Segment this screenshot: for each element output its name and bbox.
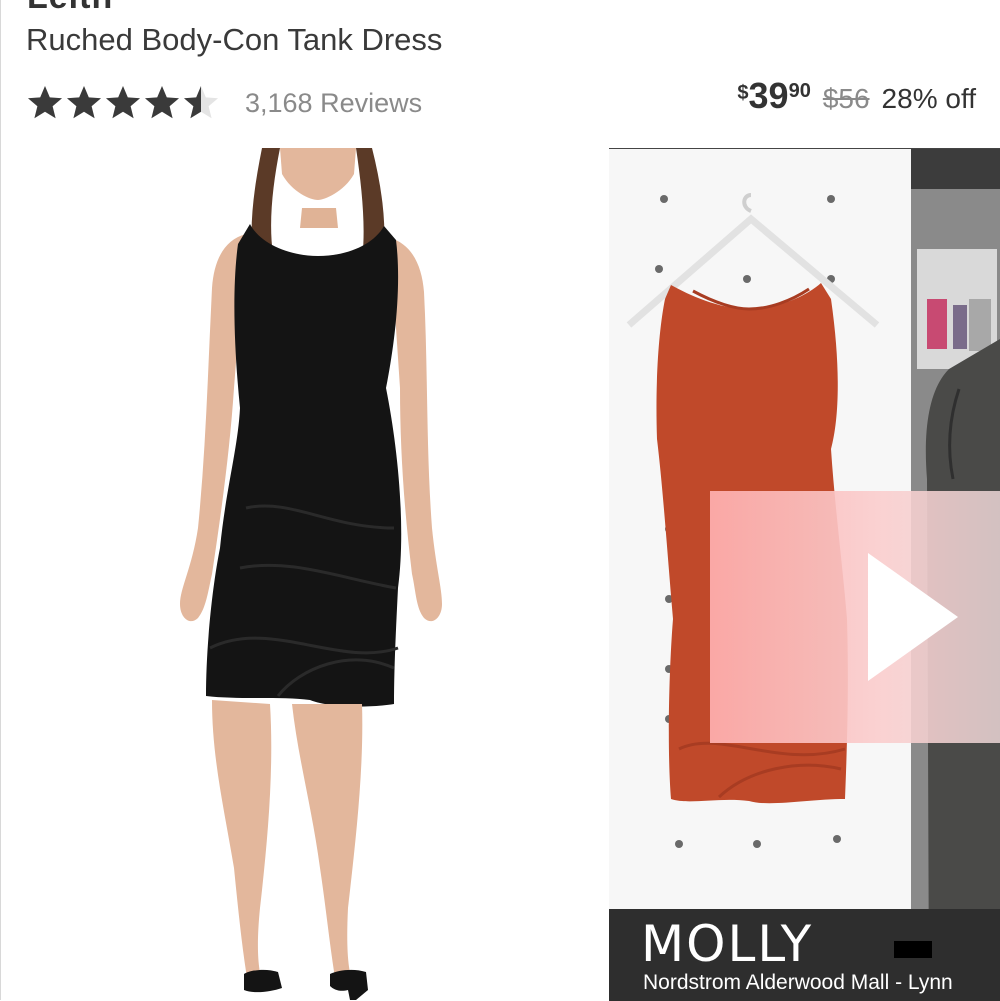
brand-name[interactable]: Leith	[27, 0, 113, 17]
caption-name: MOLLY	[641, 915, 814, 973]
rating-summary[interactable]: 3,168 Reviews	[26, 82, 422, 124]
play-icon	[868, 553, 958, 681]
star-icon	[106, 86, 140, 119]
product-main-image[interactable]	[150, 148, 480, 1000]
star-rating	[26, 84, 221, 122]
price-block: $ 39 90 $56 28% off	[737, 76, 976, 116]
play-button[interactable]	[710, 491, 1000, 743]
star-icon	[67, 86, 101, 119]
redaction-block	[894, 941, 932, 958]
discount-percent: 28% off	[881, 83, 976, 114]
star-icon	[184, 86, 218, 119]
video-caption: MOLLY Nordstrom Alderwood Mall - Lynn	[609, 909, 1000, 1001]
original-price: $56	[822, 83, 870, 114]
page-left-border	[0, 0, 1, 1000]
product-title: Ruched Body-Con Tank Dress	[26, 22, 443, 57]
price-dollars: 39	[748, 75, 789, 116]
star-icon	[28, 86, 62, 119]
price-currency: $	[737, 82, 749, 104]
product-video[interactable]: MOLLY Nordstrom Alderwood Mall - Lynn	[609, 148, 1000, 1001]
star-icon	[145, 86, 179, 119]
model-photo	[180, 148, 442, 1000]
reviews-link[interactable]: 3,168 Reviews	[245, 88, 422, 119]
current-price: $ 39 90	[737, 76, 810, 116]
price-cents: 90	[788, 80, 811, 102]
caption-location: Nordstrom Alderwood Mall - Lynn	[643, 971, 953, 994]
